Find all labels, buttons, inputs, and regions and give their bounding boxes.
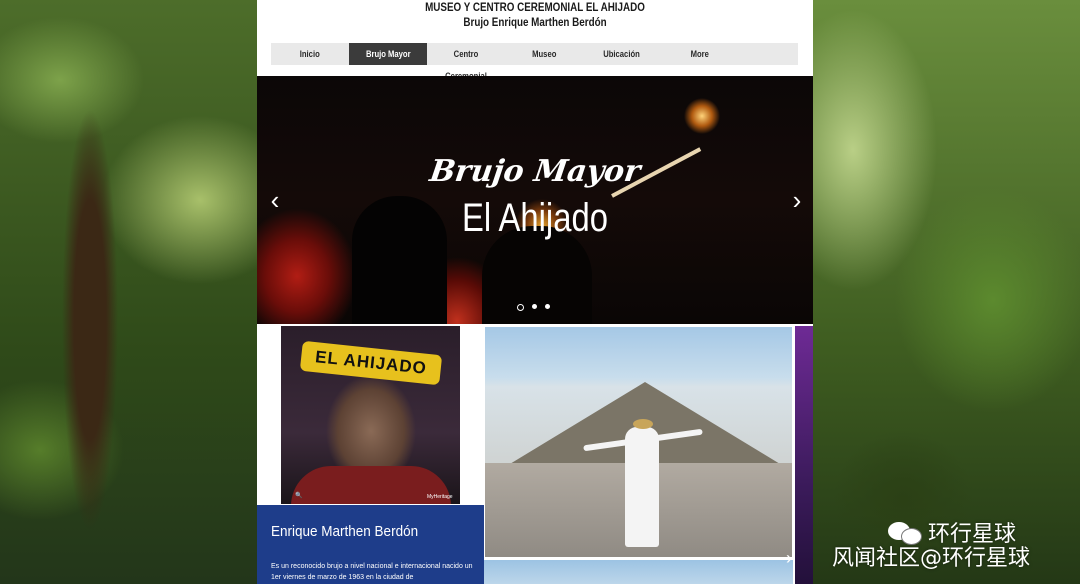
portrait-photo: EL AHIJADO 🔍 MyHeritage bbox=[281, 326, 460, 504]
forest-background-left bbox=[0, 0, 257, 584]
hero-script-heading: Brujo Mayor bbox=[427, 154, 643, 189]
bio-name: Enrique Marthen Berdón bbox=[271, 523, 419, 540]
website-page: MUSEO Y CENTRO CEREMONIAL EL AHIJADO Bru… bbox=[257, 0, 813, 584]
pyramid-photo[interactable] bbox=[484, 326, 793, 558]
gallery-next-photo[interactable] bbox=[484, 560, 793, 584]
nav-item-inicio[interactable]: Inicio bbox=[271, 43, 349, 65]
forest-background-right bbox=[813, 0, 1080, 584]
headband-text: EL AHIJADO bbox=[299, 340, 443, 386]
nav-item-more[interactable]: More bbox=[661, 43, 739, 65]
site-subtitle: Brujo Enrique Marthen Berdón bbox=[463, 15, 607, 29]
slide-indicators bbox=[517, 304, 550, 311]
slide-dot-2[interactable] bbox=[532, 304, 537, 309]
watermark-line: 风闻社区@环行星球 bbox=[832, 546, 1031, 571]
person-figure bbox=[625, 427, 659, 547]
main-nav: Inicio Brujo Mayor Centro Ceremonial Mus… bbox=[271, 43, 798, 81]
myheritage-badge: MyHeritage bbox=[427, 494, 453, 500]
gallery-next-icon[interactable]: › bbox=[786, 548, 792, 569]
person-hat bbox=[633, 419, 653, 429]
slide-dot-1[interactable] bbox=[517, 304, 524, 311]
nav-item-museo[interactable]: Museo bbox=[505, 43, 583, 65]
bio-card: Enrique Marthen Berdón Es un reconocido … bbox=[257, 505, 484, 584]
magnify-icon: 🔍 bbox=[295, 493, 303, 499]
gallery-side-photo[interactable] bbox=[795, 326, 813, 584]
nav-item-brujo-mayor[interactable]: Brujo Mayor bbox=[349, 43, 427, 65]
slide-dot-3[interactable] bbox=[545, 304, 550, 309]
chevron-right-icon[interactable]: › bbox=[789, 187, 805, 213]
chevron-left-icon[interactable]: ‹ bbox=[267, 187, 283, 213]
nav-item-centro-ceremonial[interactable]: Centro Ceremonial bbox=[427, 43, 505, 81]
nav-item-ubicacion[interactable]: Ubicación bbox=[583, 43, 661, 65]
hero-slideshow: Brujo Mayor El Ahijado ‹ › bbox=[257, 76, 813, 324]
site-title: MUSEO Y CENTRO CEREMONIAL EL AHIJADO bbox=[425, 0, 645, 14]
hero-title: El Ahijado bbox=[462, 196, 608, 240]
bio-text: Es un reconocido brujo a nivel nacional … bbox=[271, 563, 473, 581]
